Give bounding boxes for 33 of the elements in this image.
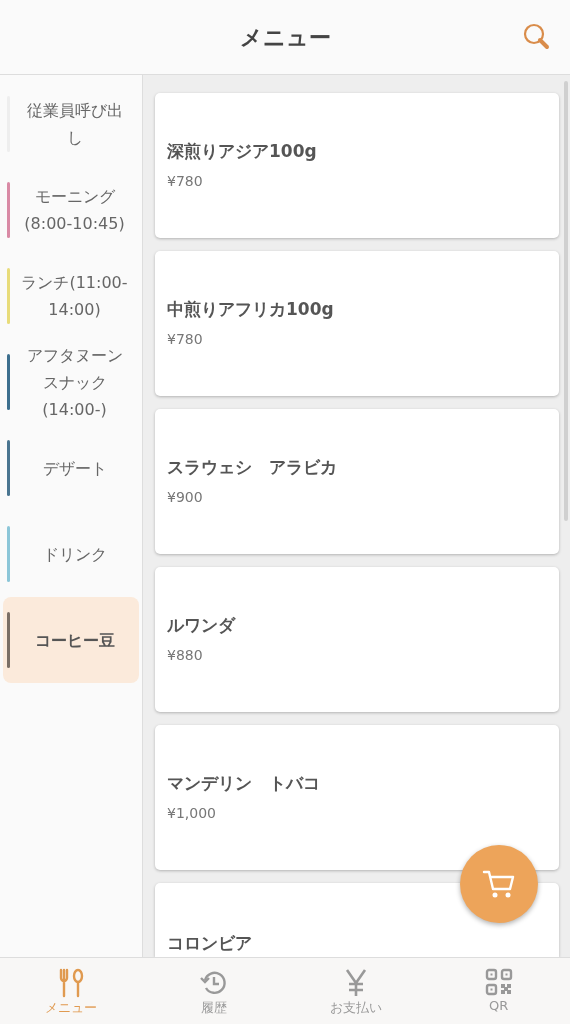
page-title: メニュー xyxy=(239,23,331,52)
product-card[interactable]: マンデリン トバコ ¥1,000 xyxy=(155,725,559,870)
product-price: ¥900 xyxy=(167,487,204,507)
category-item[interactable]: 従業員呼び出し xyxy=(3,81,139,167)
product-name: 中煎りアフリカ100g xyxy=(167,298,335,322)
product-name: コロンビア xyxy=(167,932,253,955)
category-item[interactable]: デザート xyxy=(3,425,139,511)
qr-code-icon xyxy=(484,968,513,996)
category-label: モーニング(8:00-10:45) xyxy=(23,186,126,235)
category-label: ランチ(11:00-14:00) xyxy=(20,272,129,321)
category-item[interactable]: コーヒー豆 xyxy=(3,597,139,683)
category-label: デザート xyxy=(41,457,108,480)
product-name: マンデリン トバコ xyxy=(167,772,321,796)
category-item[interactable]: ランチ(11:00-14:00) xyxy=(3,253,139,339)
category-label: 従業員呼び出し xyxy=(25,100,124,149)
product-price: ¥1,000 xyxy=(167,803,217,823)
product-name: スラウェシ アラビカ xyxy=(167,456,338,480)
product-card[interactable]: スラウェシ アラビカ ¥900 xyxy=(155,409,559,554)
category-label: ドリンク xyxy=(41,543,108,566)
product-price: ¥780 xyxy=(167,329,204,349)
category-item[interactable]: アフタヌーンスナック(14:00-) xyxy=(3,339,139,425)
product-card[interactable]: 中煎りアフリカ100g ¥780 xyxy=(155,251,559,396)
product-price: ¥880 xyxy=(167,645,204,665)
product-price: ¥780 xyxy=(167,171,204,191)
category-item[interactable]: ドリンク xyxy=(3,511,139,597)
category-item[interactable]: モーニング(8:00-10:45) xyxy=(3,167,139,253)
product-card[interactable]: 深煎りアジア100g ¥780 xyxy=(155,93,559,238)
search-icon[interactable] xyxy=(522,22,552,52)
category-label: アフタヌーンスナック(14:00-) xyxy=(25,344,124,421)
product-name: 深煎りアジア100g xyxy=(167,140,318,164)
category-label: コーヒー豆 xyxy=(33,629,116,652)
product-name: ルワンダ xyxy=(167,614,237,638)
product-card[interactable]: ルワンダ ¥880 xyxy=(155,567,559,712)
